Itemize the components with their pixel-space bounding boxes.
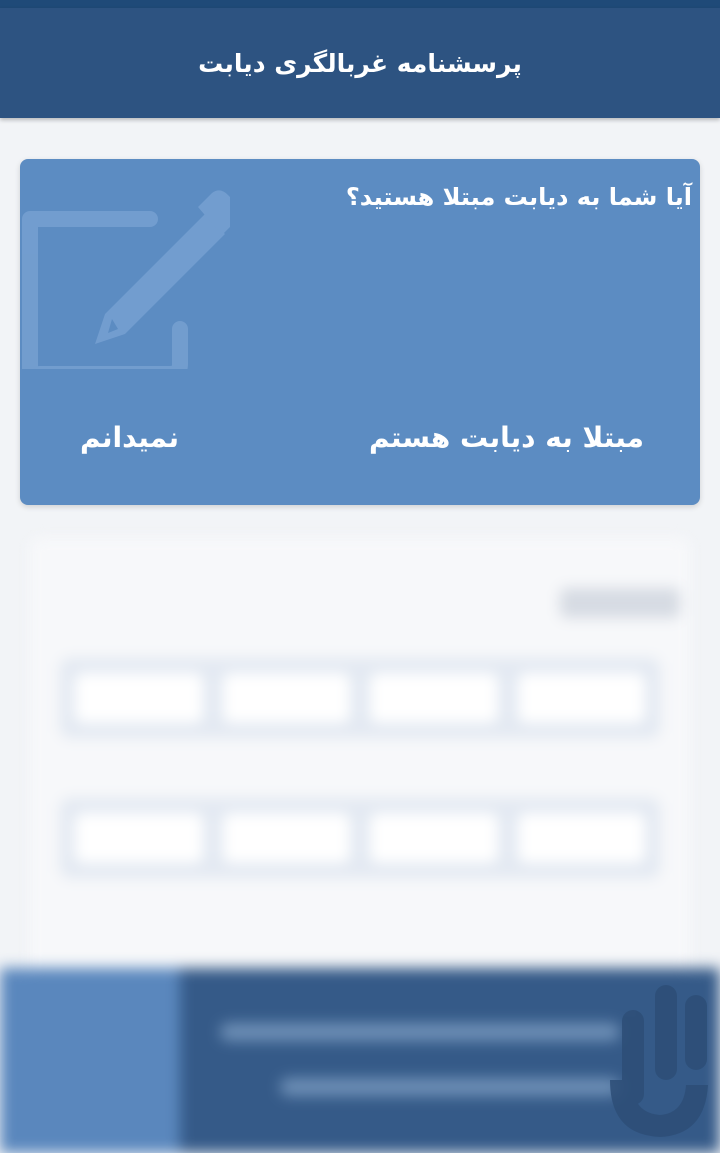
background-option-row xyxy=(60,798,660,878)
page-title: پرسشنامه غربالگری دیابت xyxy=(198,48,522,78)
background-option-row xyxy=(60,658,660,738)
background-label xyxy=(560,588,680,618)
question-text: آیا شما به دیابت مبتلا هستید؟ xyxy=(345,183,692,211)
app-bar: پرسشنامه غربالگری دیابت xyxy=(0,8,720,118)
diabetic-yes-button[interactable]: مبتلا به دیابت هستم xyxy=(369,421,644,454)
dont-know-button[interactable]: نمیدانم xyxy=(80,421,179,454)
edit-icon xyxy=(22,190,230,369)
status-bar xyxy=(0,0,720,8)
diabetes-question-dialog: آیا شما به دیابت مبتلا هستید؟ مبتلا به د… xyxy=(20,159,700,505)
bazaar-logo-icon xyxy=(610,985,708,1137)
